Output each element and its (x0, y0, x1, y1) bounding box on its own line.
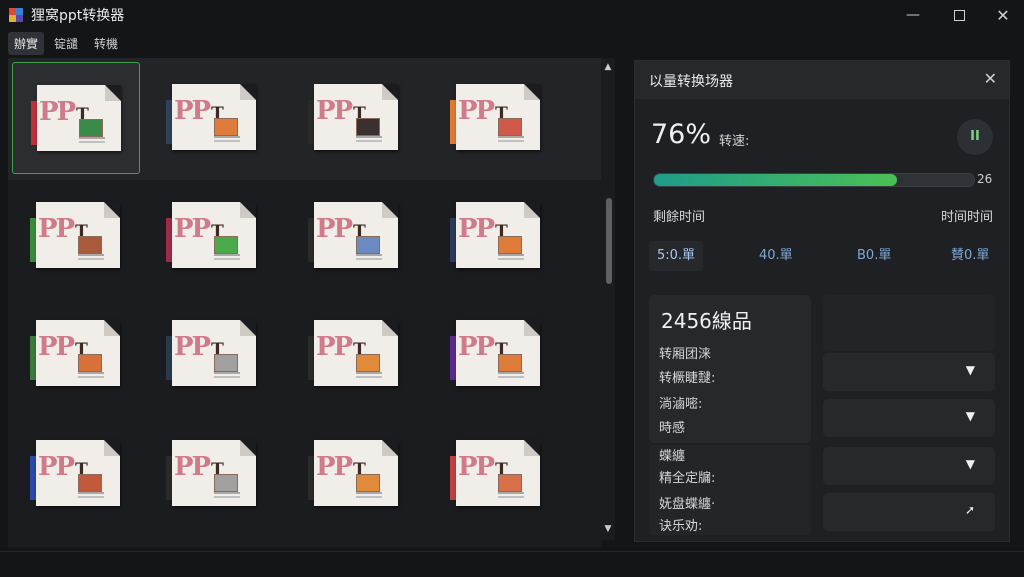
info-line-7: 妩盘蝶纏· (659, 497, 716, 512)
progress-fill (654, 174, 898, 186)
info-line-5: 蝶纏 (659, 449, 686, 464)
ppt-file-tile[interactable]: PP T (148, 180, 276, 292)
info-line-3: 淌滷嘧: (659, 397, 703, 412)
scroll-thumb[interactable] (606, 198, 612, 284)
file-count: 2456線品 (661, 309, 752, 333)
minimize-button[interactable]: — (890, 0, 936, 30)
ppt-file-tile[interactable]: PP T (432, 298, 560, 410)
ppt-file-icon: PP T (450, 320, 540, 386)
speed-option-4[interactable]: 賛0.單 (951, 241, 989, 271)
panel-close-button[interactable]: ✕ (984, 69, 997, 88)
maximize-icon (953, 9, 965, 21)
ppt-file-icon: PP T (31, 85, 121, 151)
close-icon: ✕ (996, 5, 1010, 25)
menu-file[interactable]: 辦實 (8, 31, 45, 55)
ppt-file-tile[interactable]: PP T (12, 298, 140, 410)
panel-title: 以量转换场器 (649, 74, 733, 90)
menu-bar: 辦實 锭譴 转機 (0, 31, 124, 55)
ppt-file-icon: PP T (30, 440, 120, 506)
dropdown-1[interactable]: ▼ (823, 353, 995, 391)
ppt-file-tile[interactable]: PP T (290, 418, 418, 530)
speed-option-1[interactable]: 5:0.單 (649, 241, 704, 271)
pause-button[interactable]: II (957, 119, 993, 155)
ppt-file-tile[interactable]: PP T (148, 62, 276, 174)
close-window-button[interactable]: ✕ (980, 0, 1024, 30)
chevron-down-icon: ▼ (965, 409, 975, 423)
ppt-file-icon: PP T (308, 320, 398, 386)
stats-side-card (823, 295, 995, 351)
ppt-file-tile[interactable]: PP T (432, 180, 560, 292)
ppt-file-icon: PP T (450, 84, 540, 150)
chevron-down-icon: ▼ (965, 363, 975, 377)
ppt-file-icon: PP T (308, 202, 398, 268)
scroll-up-icon[interactable]: ▲ (601, 62, 615, 72)
ppt-file-icon: PP T (30, 202, 120, 268)
maximize-button[interactable] (936, 0, 982, 30)
ppt-file-tile[interactable]: PP T (12, 62, 140, 174)
panel-header: 以量转换场器 ✕ (635, 61, 1009, 99)
progress-percent-label: 转速: (719, 134, 750, 149)
app-logo-icon (9, 8, 23, 22)
ppt-file-tile[interactable]: PP T (290, 298, 418, 410)
dropdown-3[interactable]: ▼ (823, 447, 995, 485)
dropdown-4[interactable]: ➚ (823, 493, 995, 531)
chevron-down-icon: ▼ (965, 457, 975, 471)
speed-option-3[interactable]: B0.單 (857, 241, 891, 271)
info-line-2: 转橛睫靆: (659, 371, 716, 386)
ppt-file-icon: PP T (450, 440, 540, 506)
pause-icon: II (970, 129, 980, 144)
conversion-panel: 以量转换场器 ✕ 76% 转速: II 26 剩餘时间 时间时间 5:0.單 4… (634, 60, 1010, 542)
title-bar: 狸窝ppt转换器 (0, 0, 1024, 30)
ppt-file-icon: PP T (166, 320, 256, 386)
menu-edit[interactable]: 锭譴 (48, 32, 84, 55)
grid-scrollbar[interactable]: ▲ ▼ (601, 58, 615, 540)
ppt-file-tile[interactable]: PP T (148, 298, 276, 410)
ppt-file-icon: PP T (166, 202, 256, 268)
info-line-6: 精全定牖: (659, 471, 716, 486)
file-grid: PP T PP T PP T PP T PP T PP T PP T PP T PP T PP T PP T PP T PP T P… (8, 58, 602, 548)
time-remaining-label: 剩餘时间 (653, 210, 706, 225)
info-line-1: 转厢团涞 (659, 347, 712, 362)
cursor-arrow-icon: ➚ (964, 503, 975, 517)
scroll-down-icon[interactable]: ▼ (601, 524, 615, 534)
ppt-file-icon: PP T (308, 440, 398, 506)
ppt-file-icon: PP T (166, 84, 256, 150)
window-title: 狸窝ppt转换器 (31, 8, 125, 24)
ppt-file-icon: PP T (30, 320, 120, 386)
ppt-file-icon: PP T (308, 84, 398, 150)
speed-option-2[interactable]: 40.單 (759, 241, 793, 271)
menu-convert[interactable]: 转機 (88, 32, 124, 55)
ppt-file-tile[interactable]: PP T (12, 180, 140, 292)
close-icon: ✕ (983, 69, 997, 88)
progress-percent: 76% (651, 119, 712, 150)
time-elapsed-label: 时间时间 (940, 210, 993, 225)
ppt-file-icon: PP T (166, 440, 256, 506)
ppt-file-tile[interactable]: PP T (432, 418, 560, 530)
status-bar (0, 551, 1024, 577)
ppt-file-tile[interactable]: PP T (290, 180, 418, 292)
dropdown-2[interactable]: ▼ (823, 399, 995, 437)
progress-number: 26 (977, 172, 993, 186)
info-line-8: 诀乐劝: (659, 519, 703, 534)
ppt-file-tile[interactable]: PP T (148, 418, 276, 530)
ppt-file-tile[interactable]: PP T (432, 62, 560, 174)
progress-bar (653, 173, 975, 187)
info-line-4: 時感 (659, 421, 686, 436)
ppt-file-tile[interactable]: PP T (12, 418, 140, 530)
ppt-file-icon: PP T (450, 202, 540, 268)
minimize-icon: — (906, 7, 920, 23)
ppt-file-tile[interactable]: PP T (290, 62, 418, 174)
